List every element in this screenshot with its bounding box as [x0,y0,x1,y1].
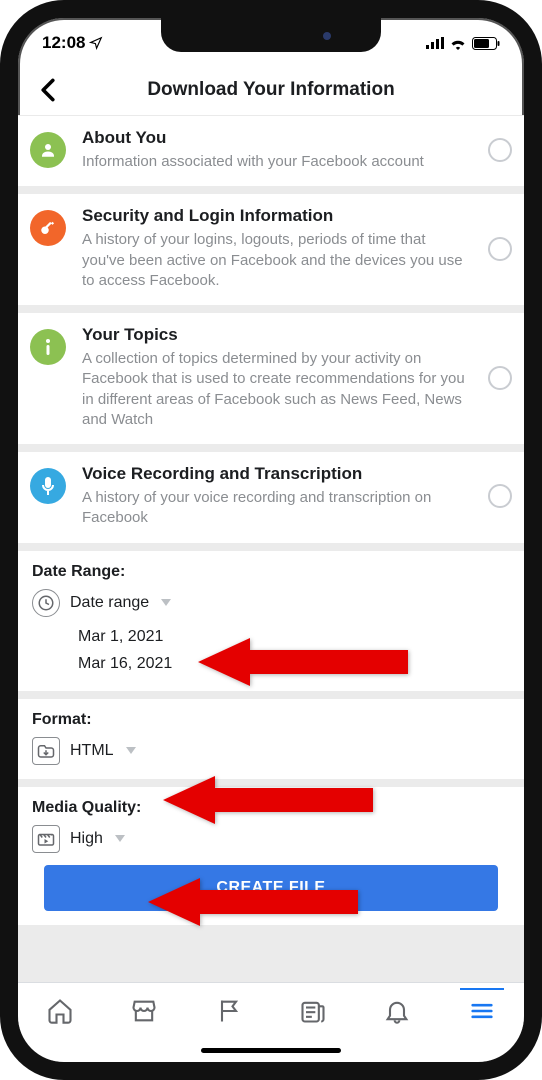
chevron-left-icon [40,78,56,102]
profile-icon [30,132,66,168]
format-label: Format: [32,711,510,729]
clock-icon [32,589,60,617]
date-from: Mar 1, 2021 [78,623,510,650]
folder-download-icon [32,737,60,765]
chevron-down-icon [126,747,136,754]
tab-notifications[interactable] [375,989,419,1033]
item-subtitle: Information associated with your Faceboo… [82,152,472,172]
item-title: Your Topics [82,325,472,345]
item-subtitle: A history of your voice recording and tr… [82,488,472,529]
media-quality-label: Media Quality: [32,799,510,817]
category-security-login[interactable]: Security and Login Information A history… [18,194,524,305]
media-quality-value: High [70,830,103,848]
media-clip-icon [32,825,60,853]
select-radio[interactable] [488,138,512,162]
tab-menu[interactable] [460,989,504,1033]
page-header: Download Your Information [18,64,524,116]
home-icon [46,997,74,1025]
select-radio[interactable] [488,237,512,261]
chevron-down-icon [161,599,171,606]
media-quality-selector[interactable]: High [32,825,510,853]
select-radio[interactable] [488,366,512,390]
tab-news[interactable] [291,989,335,1033]
marketplace-icon [130,997,158,1025]
date-range-label: Date Range: [32,563,510,581]
news-icon [299,997,327,1025]
flag-icon [215,997,243,1025]
wifi-icon [449,37,467,50]
location-icon [89,36,103,50]
microphone-icon [30,468,66,504]
info-icon [30,329,66,365]
format-selector[interactable]: HTML [32,737,510,765]
device-notch [161,18,381,52]
tab-marketplace[interactable] [122,989,166,1033]
media-quality-section: Media Quality: High CREATE FILE [18,787,524,925]
bell-icon [383,997,411,1025]
format-section: Format: HTML [18,699,524,779]
page-title: Download Your Information [147,79,394,101]
item-subtitle: A collection of topics determined by you… [82,349,472,430]
date-range-value: Date range [70,594,149,612]
item-title: Voice Recording and Transcription [82,464,472,484]
format-value: HTML [70,742,114,760]
date-range-selector[interactable]: Date range [32,589,510,617]
back-button[interactable] [28,70,68,110]
date-to: Mar 16, 2021 [78,650,510,677]
category-about-you[interactable]: About You Information associated with yo… [18,116,524,186]
chevron-down-icon [115,835,125,842]
item-subtitle: A history of your logins, logouts, perio… [82,230,472,291]
create-file-button[interactable]: CREATE FILE [44,865,498,911]
status-time: 12:08 [42,33,85,53]
tab-bar [18,982,524,1038]
item-title: Security and Login Information [82,206,472,226]
signal-icon [426,37,444,49]
date-range-section: Date Range: Date range Mar 1, 2021 Mar 1… [18,551,524,691]
content-scroll[interactable]: About You Information associated with yo… [18,116,524,982]
key-icon [30,210,66,246]
home-indicator[interactable] [18,1038,524,1062]
item-title: About You [82,128,472,148]
battery-icon [472,37,500,50]
menu-icon [468,997,496,1025]
tab-pages[interactable] [207,989,251,1033]
category-your-topics[interactable]: Your Topics A collection of topics deter… [18,313,524,444]
create-file-label: CREATE FILE [216,879,325,896]
select-radio[interactable] [488,484,512,508]
tab-home[interactable] [38,989,82,1033]
category-voice-recording[interactable]: Voice Recording and Transcription A hist… [18,452,524,543]
